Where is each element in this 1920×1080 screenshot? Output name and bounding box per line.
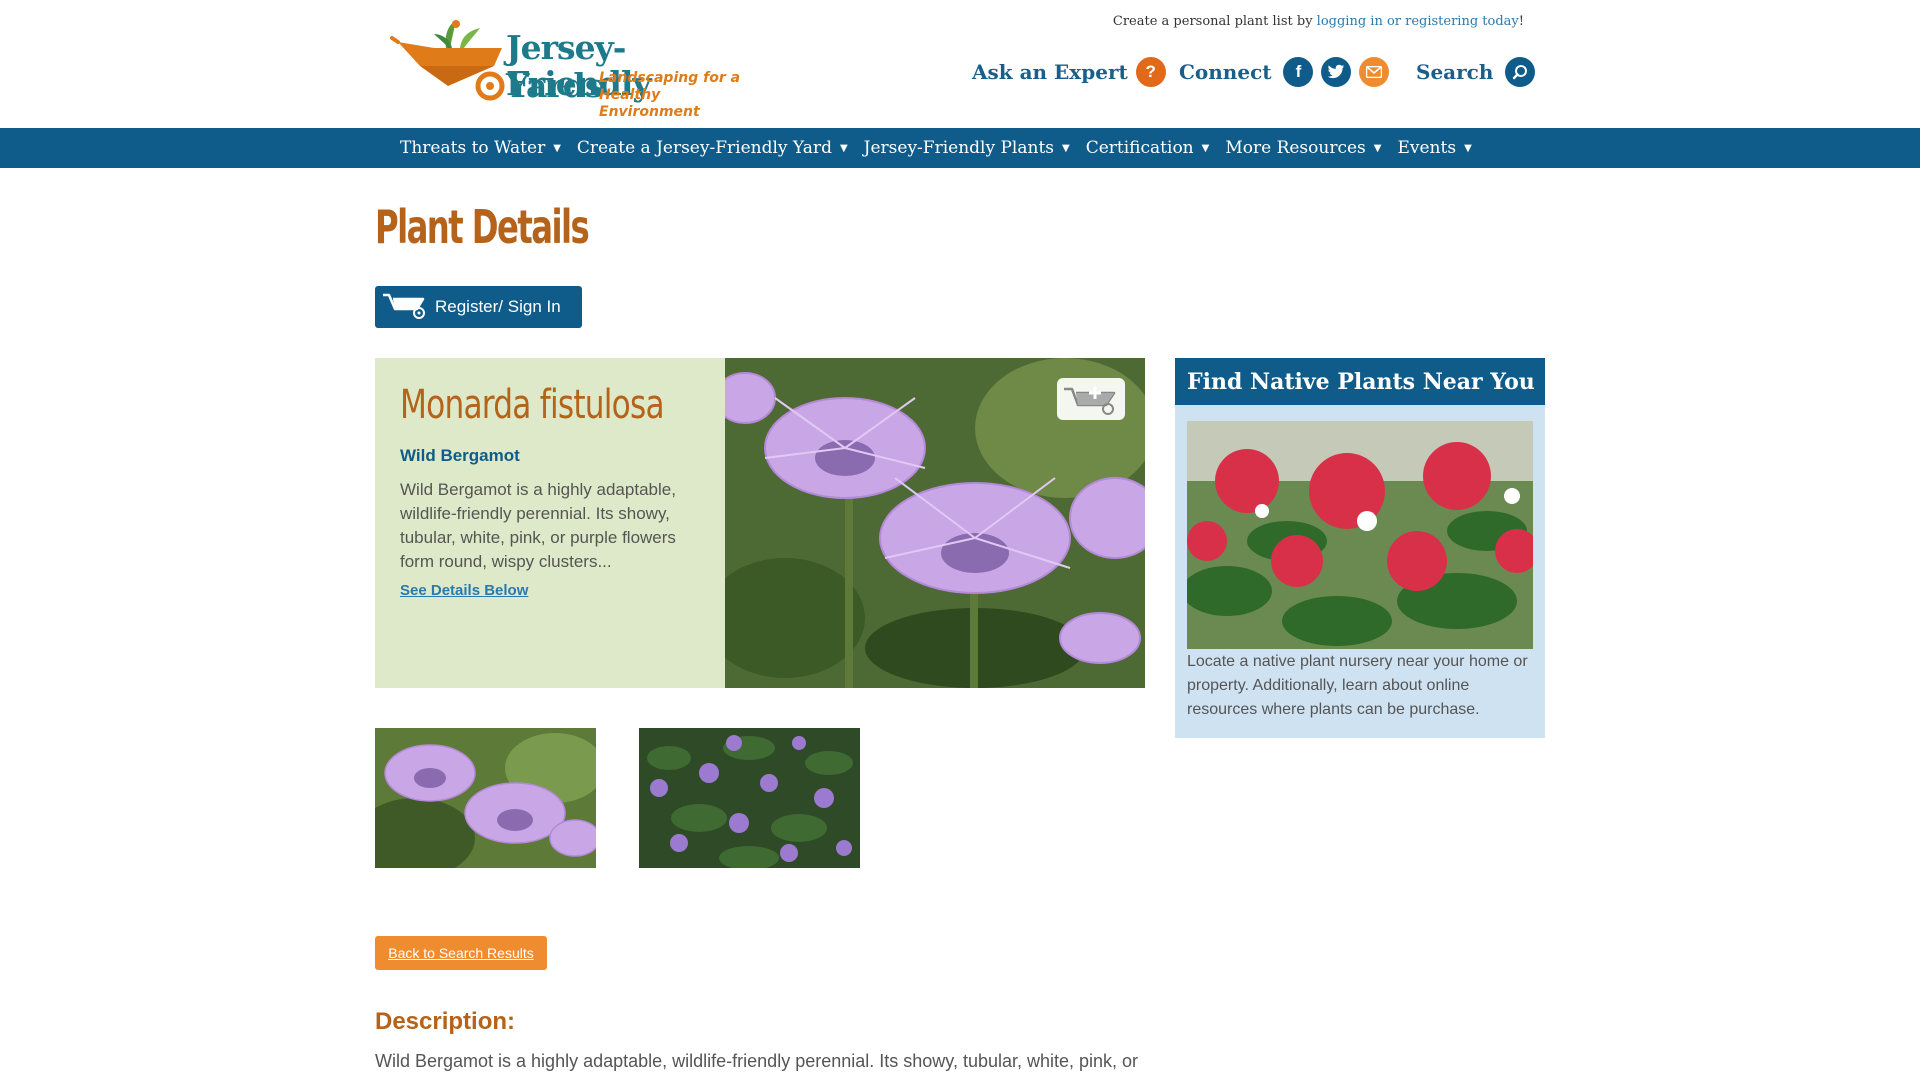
bergamot-field-thumbnail-image (639, 728, 860, 868)
plant-scientific-name: Monarda fistulosa (400, 382, 665, 428)
nav-item-label: Certification (1085, 138, 1194, 158)
nav-item-label: Threats to Water (400, 138, 546, 158)
site-logo[interactable]: Jersey-Friendly Yards Landscaping for a … (390, 14, 750, 120)
plant-list-prompt: Create a personal plant list by logging … (1113, 14, 1524, 29)
plant-list-suffix: ! (1518, 14, 1524, 29)
nav-item-label: More Resources (1225, 138, 1366, 158)
plant-summary-text: Wild Bergamot is a highly adaptable, wil… (400, 480, 676, 571)
plant-thumbnail-2[interactable] (639, 728, 860, 868)
nav-item-label: Events (1397, 138, 1457, 158)
email-icon[interactable] (1359, 57, 1390, 87)
register-sign-in-button[interactable]: Register/ Sign In (375, 286, 582, 328)
connect-label: Connect (1179, 60, 1272, 84)
widget-description: Locate a native plant nursery near your … (1187, 653, 1528, 718)
widget-heading: Find Native Plants Near You (1175, 358, 1545, 405)
question-icon: ? (1135, 57, 1166, 87)
nursery-photo[interactable] (1187, 421, 1533, 649)
find-native-plants-widget: Find Native Plants Near You Locate a nat… (1175, 358, 1545, 738)
nav-item-label: Jersey-Friendly Plants (863, 138, 1055, 158)
register-label: Register/ Sign In (435, 297, 561, 316)
main-nav-items: Threats to Water ▼ Create a Jersey-Friend… (400, 128, 1488, 168)
see-details-link[interactable]: See Details Below (400, 582, 528, 599)
main-nav: Threats to Water ▼ Create a Jersey-Friend… (0, 128, 1920, 168)
nav-item-create-yard[interactable]: Create a Jersey-Friendly Yard ▼ (577, 138, 848, 158)
facebook-icon[interactable]: f (1283, 57, 1314, 87)
wheelbarrow-icon (381, 291, 427, 324)
red-flowers-image (1187, 421, 1533, 649)
search-link[interactable]: Search (1416, 56, 1536, 88)
plant-list-prompt-text: Create a personal plant list by (1112, 14, 1317, 29)
caret-down-icon: ▼ (1373, 142, 1382, 154)
wheelbarrow-add-icon (1064, 387, 1116, 415)
plant-common-name: Wild Bergamot (400, 446, 520, 465)
page-title: Plant Details (375, 200, 590, 254)
nav-item-plants[interactable]: Jersey-Friendly Plants ▼ (864, 138, 1070, 158)
connect-group: Connect f (1179, 56, 1390, 88)
description-heading: Description: (375, 1008, 516, 1035)
login-register-link[interactable]: logging in or registering today (1317, 14, 1519, 29)
caret-down-icon: ▼ (839, 142, 848, 154)
caret-down-icon: ▼ (1062, 142, 1070, 154)
nav-item-threats-to-water[interactable]: Threats to Water ▼ (400, 138, 561, 158)
twitter-icon[interactable] (1321, 57, 1352, 87)
nav-item-label: Create a Jersey-Friendly Yard (576, 138, 832, 158)
plant-summary-card: Monarda fistulosa Wild Bergamot Wild Ber… (375, 358, 1145, 688)
nav-item-events[interactable]: Events ▼ (1397, 138, 1471, 158)
ask-expert-link[interactable]: Ask an Expert ? (972, 56, 1166, 88)
add-to-plant-list-button[interactable] (1057, 378, 1125, 420)
search-label: Search (1416, 60, 1494, 84)
back-to-search-results-button[interactable]: Back to Search Results (375, 936, 547, 970)
caret-down-icon: ▼ (553, 142, 561, 154)
wheelbarrow-logo-icon (390, 20, 505, 101)
bergamot-thumbnail-image (375, 728, 596, 868)
caret-down-icon: ▼ (1201, 142, 1210, 154)
nav-item-certification[interactable]: Certification ▼ (1086, 138, 1210, 158)
site-header: Jersey-Friendly Yards Landscaping for a … (0, 0, 1920, 128)
logo-title-line2: Yards (506, 66, 603, 105)
logo-tagline: Landscaping for a Healthy Environment (599, 70, 741, 120)
description-text: Wild Bergamot is a highly adaptable, wil… (375, 1051, 1139, 1071)
ask-expert-label: Ask an Expert (972, 60, 1128, 84)
search-icon (1505, 57, 1536, 87)
caret-down-icon: ▼ (1464, 142, 1472, 154)
nav-item-more-resources[interactable]: More Resources ▼ (1225, 138, 1381, 158)
plant-thumbnail-1[interactable] (375, 728, 596, 868)
